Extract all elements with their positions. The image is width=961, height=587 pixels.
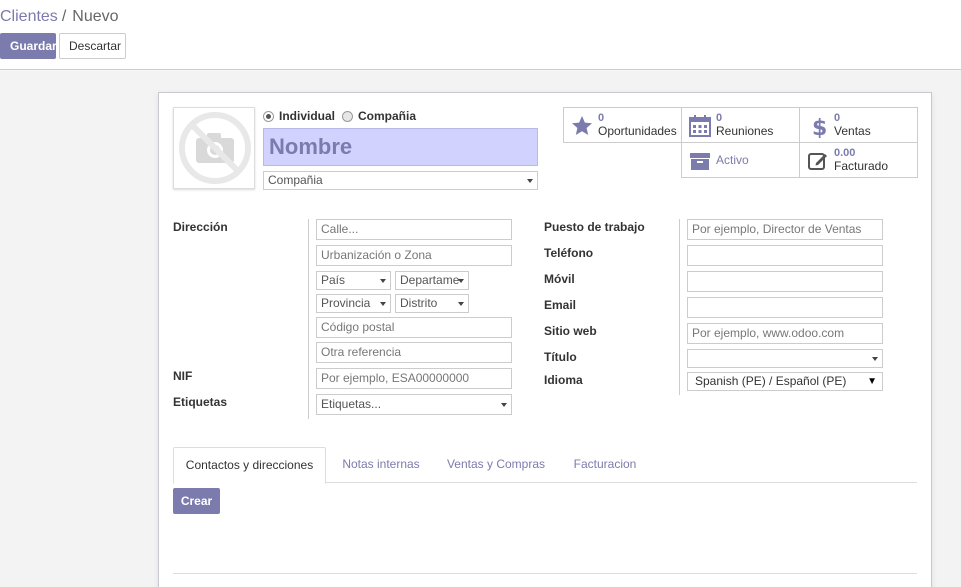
radio-individual[interactable]: Individual: [263, 109, 335, 123]
tab-internal-notes[interactable]: Notas internas: [331, 447, 431, 483]
vat-label: NIF: [173, 369, 193, 383]
tab-contacts-addresses[interactable]: Contactos y direcciones: [173, 447, 326, 484]
district-select[interactable]: Distrito: [395, 294, 469, 313]
invoiced-amount: 0.00: [834, 147, 856, 159]
meetings-count: 0: [716, 112, 723, 124]
caret-down-icon: [380, 279, 386, 283]
calendar-icon: [689, 115, 711, 137]
caret-down-icon: [501, 403, 507, 407]
radio-dot: [342, 110, 353, 122]
active-toggle-button[interactable]: Activo: [681, 142, 800, 178]
caret-down-icon: [527, 179, 533, 183]
sales-button[interactable]: $ 0 Ventas: [799, 107, 918, 143]
opportunities-button[interactable]: 0 Oportunidades: [563, 107, 682, 143]
create-button[interactable]: Crear: [173, 488, 220, 514]
archive-icon: [690, 153, 710, 170]
language-select[interactable]: Spanish (PE) / Español (PE) ▼: [687, 372, 883, 391]
email-input[interactable]: [687, 297, 883, 318]
invoiced-label: Facturado: [834, 159, 889, 173]
radio-company-label: Compañia: [358, 109, 417, 123]
mobile-input[interactable]: [687, 271, 883, 292]
country-select[interactable]: País: [316, 271, 391, 290]
job-position-input[interactable]: Por ejemplo, Director de Ventas: [687, 219, 883, 240]
vat-input[interactable]: Por ejemplo, ESA00000000: [316, 368, 512, 389]
opportunities-label: Oportunidades: [598, 124, 677, 138]
job-position-label: Puesto de trabajo: [544, 220, 645, 234]
address-label: Dirección: [173, 220, 228, 234]
name-input[interactable]: Nombre: [263, 128, 538, 166]
radio-company[interactable]: Compañia: [342, 109, 416, 123]
sales-label: Ventas: [834, 124, 871, 138]
company-select-value: Compañia: [268, 173, 323, 187]
breadcrumb-clientes-link[interactable]: Clientes: [0, 8, 58, 25]
svg-text:$: $: [812, 116, 827, 138]
tags-select[interactable]: Etiquetas...: [316, 394, 512, 415]
website-input[interactable]: Por ejemplo, www.odoo.com: [687, 323, 883, 344]
pencil-square-icon: [808, 153, 827, 170]
other-reference-input[interactable]: Otra referencia: [316, 342, 512, 363]
state-select[interactable]: Departame: [395, 271, 469, 290]
radio-dot-checked: [263, 110, 274, 122]
notebook-tabs: Contactos y direcciones Notas internas V…: [173, 447, 917, 484]
phone-label: Teléfono: [544, 246, 594, 260]
tags-select-value: Etiquetas...: [321, 397, 382, 411]
email-label: Email: [544, 298, 577, 312]
district-select-value: Distrito: [400, 296, 438, 310]
title-select[interactable]: [687, 349, 883, 368]
language-select-value: Spanish (PE) / Español (PE): [695, 374, 847, 388]
tab-sales-purchases[interactable]: Ventas y Compras: [438, 447, 554, 483]
website-label: Sitio web: [544, 324, 597, 338]
invoiced-button[interactable]: 0.00 Facturado: [799, 142, 918, 178]
breadcrumb: Clientes / Nuevo: [0, 8, 119, 26]
company-select[interactable]: Compañia: [263, 171, 538, 190]
dollar-icon: $: [812, 116, 827, 138]
province-select-value: Provincia: [321, 296, 371, 310]
meetings-button[interactable]: 0 Reuniones: [681, 107, 800, 143]
country-select-value: País: [321, 273, 346, 287]
form-sheet: Individual Compañia Nombre Compañia 0 Op…: [158, 92, 932, 587]
save-button[interactable]: Guardar: [0, 33, 57, 59]
phone-input[interactable]: [687, 245, 883, 266]
caret-down-icon: ▼: [867, 376, 877, 387]
divider: [173, 573, 917, 574]
breadcrumb-separator: /: [61, 8, 67, 25]
tab-invoicing[interactable]: Facturacion: [562, 447, 648, 483]
province-select[interactable]: Provincia: [316, 294, 391, 313]
discard-button[interactable]: Descartar: [59, 33, 126, 59]
tags-label: Etiquetas: [173, 395, 228, 409]
control-panel: Clientes / Nuevo Guardar Descartar: [0, 0, 961, 70]
breadcrumb-current: Nuevo: [72, 8, 119, 25]
caret-down-icon: [872, 357, 878, 361]
zip-input[interactable]: Código postal: [316, 317, 512, 338]
street2-input[interactable]: Urbanización o Zona: [316, 245, 512, 266]
star-icon: [572, 116, 592, 135]
field-divider: [308, 219, 309, 419]
radio-individual-label: Individual: [279, 109, 336, 123]
street-input[interactable]: Calle...: [316, 219, 512, 240]
opportunities-count: 0: [598, 112, 605, 124]
avatar-upload[interactable]: [173, 107, 255, 189]
active-label: Activo: [716, 153, 749, 167]
language-label: Idioma: [544, 373, 583, 387]
state-select-value: Departame: [400, 273, 460, 287]
mobile-label: Móvil: [544, 272, 575, 286]
caret-down-icon: [458, 302, 464, 306]
meetings-label: Reuniones: [716, 124, 774, 138]
caret-down-icon: [380, 302, 386, 306]
title-label: Título: [544, 350, 577, 364]
no-photo-camera-icon: [179, 112, 251, 184]
field-divider: [679, 219, 680, 395]
caret-down-icon: [458, 279, 464, 283]
sales-count: 0: [834, 112, 841, 124]
